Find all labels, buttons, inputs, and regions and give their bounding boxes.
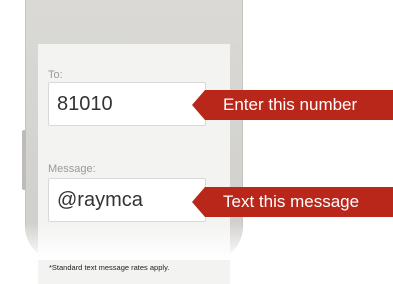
to-label: To: [48, 69, 63, 81]
message-label: Message: [48, 163, 96, 175]
message-field: @raymca [48, 178, 206, 222]
enter-number-callout: Enter this number [192, 90, 393, 120]
text-message-callout: Text this message [192, 187, 393, 217]
phone-side-button [22, 130, 26, 190]
rates-disclaimer: *Standard text message rates apply. [49, 263, 170, 272]
bottom-fade [0, 222, 393, 260]
to-field: 81010 [48, 82, 206, 126]
